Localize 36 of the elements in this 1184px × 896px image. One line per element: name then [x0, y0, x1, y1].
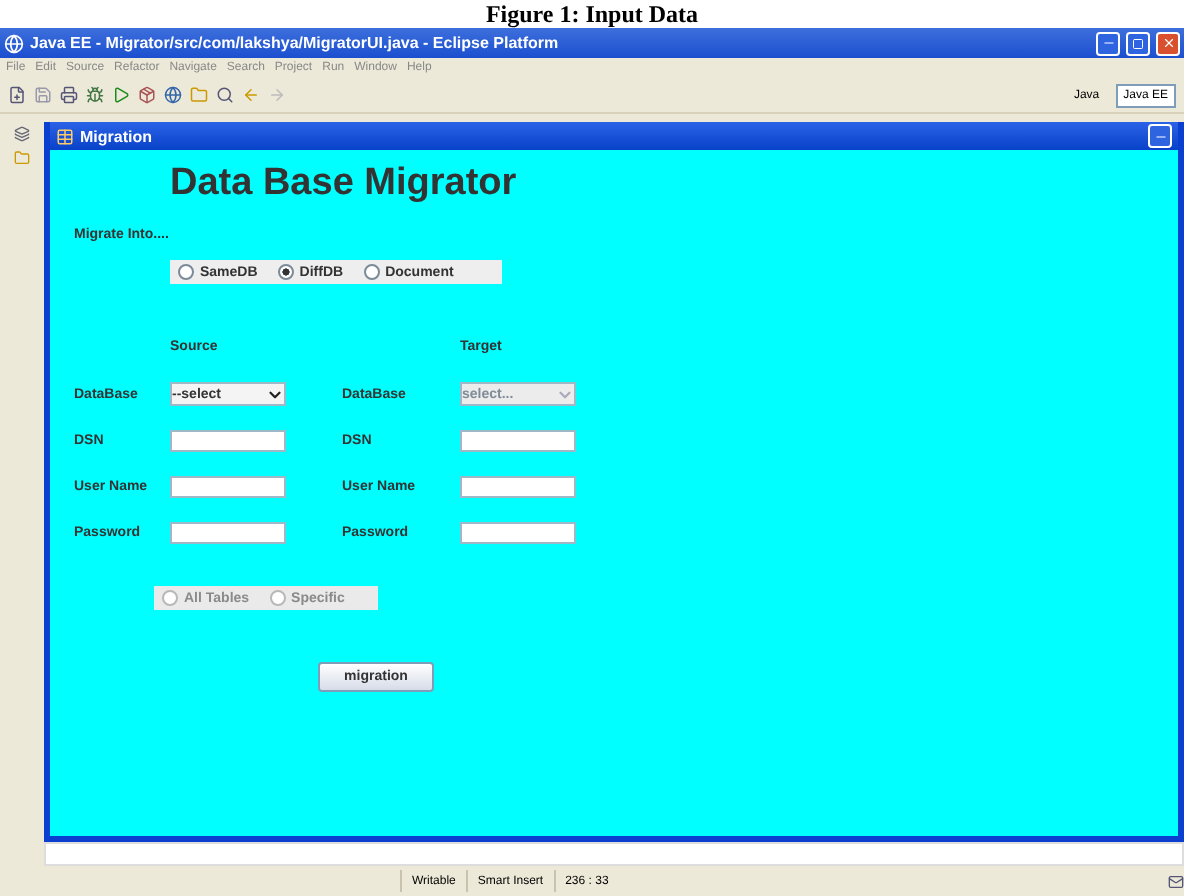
text-field[interactable] [170, 430, 286, 452]
text-field[interactable] [460, 522, 576, 544]
radio-dot[interactable] [277, 264, 294, 280]
close-icon [1161, 36, 1175, 50]
figure-caption: Figure 1: Input Data [483, 0, 701, 28]
folder-icon[interactable] [190, 86, 208, 104]
bug-icon[interactable] [86, 86, 104, 104]
globe-icon[interactable] [164, 86, 182, 104]
frame-icon [56, 127, 74, 145]
radio-dot[interactable] [178, 264, 194, 280]
minimize-button[interactable] [1096, 31, 1120, 55]
save-icon[interactable] [34, 86, 52, 104]
text-field[interactable] [460, 430, 576, 452]
layers-icon[interactable] [14, 126, 30, 142]
text-field[interactable] [460, 476, 576, 498]
close-button[interactable] [1156, 31, 1180, 55]
search-icon[interactable] [216, 86, 234, 104]
window-title: Java EE - Migrator/src/com/lakshya/MigratorUI.java - Eclipse Platform [30, 34, 561, 52]
form-heading: Data Base Migrator [170, 162, 519, 206]
horizontal-scrollbar[interactable] [44, 842, 1184, 866]
text-field[interactable] [170, 476, 286, 498]
frame-title: Migration [80, 127, 154, 145]
back-arrow-icon[interactable] [242, 86, 260, 104]
mail-icon[interactable] [1168, 873, 1184, 889]
maximize-icon [1132, 37, 1144, 49]
new-file-icon[interactable] [8, 86, 26, 104]
radio-dot[interactable] [363, 264, 380, 280]
minimize-icon [1101, 36, 1115, 50]
package-icon[interactable] [138, 86, 156, 104]
folder-icon[interactable] [14, 150, 30, 166]
minimize-button[interactable] [1148, 124, 1172, 148]
run-icon[interactable] [112, 86, 130, 104]
text-field[interactable] [170, 522, 286, 544]
app-icon [4, 33, 24, 53]
maximize-button[interactable] [1126, 31, 1150, 55]
print-icon[interactable] [60, 86, 78, 104]
